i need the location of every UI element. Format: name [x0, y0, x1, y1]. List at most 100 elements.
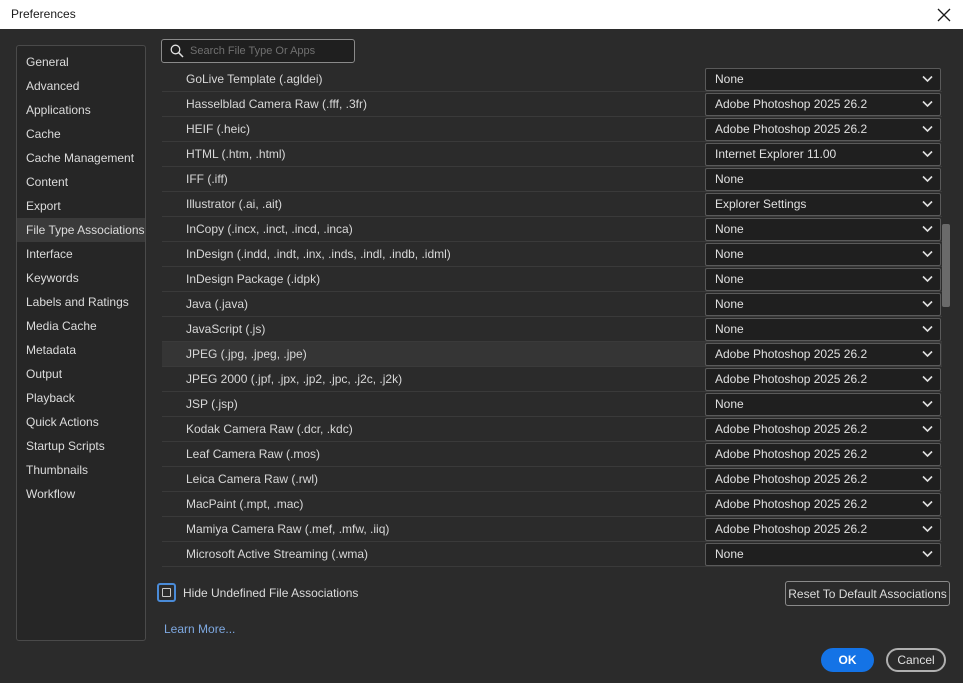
- chevron-down-icon: [922, 150, 933, 158]
- app-dropdown[interactable]: Adobe Photoshop 2025 26.2: [705, 493, 941, 516]
- app-dropdown[interactable]: Adobe Photoshop 2025 26.2: [705, 418, 941, 441]
- sidebar-item-cache-management[interactable]: Cache Management: [17, 146, 145, 170]
- table-row: Microsoft Active Streaming (.wma) None: [162, 542, 942, 567]
- app-dropdown-value: None: [715, 172, 744, 186]
- app-dropdown[interactable]: None: [705, 68, 941, 91]
- app-dropdown[interactable]: Explorer Settings: [705, 193, 941, 216]
- chevron-down-icon: [922, 475, 933, 483]
- app-dropdown-value: None: [715, 397, 744, 411]
- hide-undefined-checkbox[interactable]: [157, 583, 176, 602]
- app-dropdown-value: Adobe Photoshop 2025 26.2: [715, 347, 868, 361]
- sidebar-item-quick-actions[interactable]: Quick Actions: [17, 410, 145, 434]
- app-dropdown[interactable]: Adobe Photoshop 2025 26.2: [705, 443, 941, 466]
- learn-more-link[interactable]: Learn More...: [164, 622, 235, 636]
- close-icon[interactable]: [933, 4, 955, 26]
- chevron-down-icon: [922, 175, 933, 183]
- sidebar-item-output[interactable]: Output: [17, 362, 145, 386]
- sidebar-item-applications[interactable]: Applications: [17, 98, 145, 122]
- app-dropdown-value: Adobe Photoshop 2025 26.2: [715, 372, 868, 386]
- cancel-button[interactable]: Cancel: [886, 648, 946, 672]
- sidebar-item-interface[interactable]: Interface: [17, 242, 145, 266]
- sidebar-item-media-cache[interactable]: Media Cache: [17, 314, 145, 338]
- app-dropdown-value: Explorer Settings: [715, 197, 807, 211]
- app-dropdown[interactable]: Adobe Photoshop 2025 26.2: [705, 518, 941, 541]
- table-row: Kodak Camera Raw (.dcr, .kdc) Adobe Photo…: [162, 417, 942, 442]
- app-dropdown[interactable]: Adobe Photoshop 2025 26.2: [705, 468, 941, 491]
- table-row: MacPaint (.mpt, .mac) Adobe Photoshop 202…: [162, 492, 942, 517]
- app-dropdown-value: Adobe Photoshop 2025 26.2: [715, 447, 868, 461]
- file-type-label: HTML (.htm, .html): [186, 147, 286, 161]
- app-dropdown-value: None: [715, 322, 744, 336]
- app-dropdown[interactable]: None: [705, 543, 941, 566]
- scrollbar-thumb[interactable]: [942, 224, 950, 307]
- search-input[interactable]: [190, 42, 350, 60]
- table-row: InCopy (.incx, .inct, .incd, .inca) None: [162, 217, 942, 242]
- table-row: JSP (.jsp) None: [162, 392, 942, 417]
- app-dropdown-value: None: [715, 272, 744, 286]
- chevron-down-icon: [922, 550, 933, 558]
- sidebar-item-workflow[interactable]: Workflow: [17, 482, 145, 506]
- app-dropdown[interactable]: None: [705, 168, 941, 191]
- chevron-down-icon: [922, 200, 933, 208]
- hide-undefined-label: Hide Undefined File Associations: [183, 586, 359, 600]
- app-dropdown[interactable]: None: [705, 293, 941, 316]
- file-type-label: JPEG 2000 (.jpf, .jpx, .jp2, .jpc, .j2c,…: [186, 372, 403, 386]
- app-dropdown-value: Adobe Photoshop 2025 26.2: [715, 522, 868, 536]
- chevron-down-icon: [922, 300, 933, 308]
- sidebar-item-export[interactable]: Export: [17, 194, 145, 218]
- chevron-down-icon: [922, 450, 933, 458]
- chevron-down-icon: [922, 100, 933, 108]
- app-dropdown-value: None: [715, 297, 744, 311]
- table-row: HTML (.htm, .html) Internet Explorer 11.0…: [162, 142, 942, 167]
- scrollbar[interactable]: [942, 67, 950, 567]
- app-dropdown[interactable]: None: [705, 393, 941, 416]
- chevron-down-icon: [922, 425, 933, 433]
- window-title: Preferences: [11, 7, 76, 21]
- sidebar-item-keywords[interactable]: Keywords: [17, 266, 145, 290]
- reset-associations-button[interactable]: Reset To Default Associations: [785, 581, 950, 606]
- file-type-label: InDesign Package (.idpk): [186, 272, 321, 286]
- file-type-label: HEIF (.heic): [186, 122, 251, 136]
- app-dropdown[interactable]: Adobe Photoshop 2025 26.2: [705, 343, 941, 366]
- sidebar-item-thumbnails[interactable]: Thumbnails: [17, 458, 145, 482]
- file-type-label: MacPaint (.mpt, .mac): [186, 497, 304, 511]
- sidebar-item-content[interactable]: Content: [17, 170, 145, 194]
- file-type-label: Hasselblad Camera Raw (.fff, .3fr): [186, 97, 367, 111]
- app-dropdown-value: None: [715, 72, 744, 86]
- app-dropdown[interactable]: None: [705, 218, 941, 241]
- sidebar-item-cache[interactable]: Cache: [17, 122, 145, 146]
- sidebar-item-playback[interactable]: Playback: [17, 386, 145, 410]
- table-row: JPEG 2000 (.jpf, .jpx, .jp2, .jpc, .j2c,…: [162, 367, 942, 392]
- sidebar-item-file-type-associations[interactable]: File Type Associations: [17, 218, 145, 242]
- sidebar-item-metadata[interactable]: Metadata: [17, 338, 145, 362]
- sidebar-item-labels-and-ratings[interactable]: Labels and Ratings: [17, 290, 145, 314]
- chevron-down-icon: [922, 125, 933, 133]
- chevron-down-icon: [922, 375, 933, 383]
- chevron-down-icon: [922, 400, 933, 408]
- chevron-down-icon: [922, 350, 933, 358]
- table-row: Java (.java) None: [162, 292, 942, 317]
- sidebar: General Advanced Applications Cache Cache Ma…: [16, 45, 146, 641]
- table-row: Hasselblad Camera Raw (.fff, .3fr) Adobe …: [162, 92, 942, 117]
- table-row: JavaScript (.js) None: [162, 317, 942, 342]
- app-dropdown[interactable]: Internet Explorer 11.00: [705, 143, 941, 166]
- app-dropdown[interactable]: Adobe Photoshop 2025 26.2: [705, 93, 941, 116]
- sidebar-item-general[interactable]: General: [17, 50, 145, 74]
- app-dropdown[interactable]: None: [705, 268, 941, 291]
- app-dropdown[interactable]: Adobe Photoshop 2025 26.2: [705, 118, 941, 141]
- file-type-label: Illustrator (.ai, .ait): [186, 197, 283, 211]
- app-dropdown[interactable]: Adobe Photoshop 2025 26.2: [705, 368, 941, 391]
- app-dropdown-value: Adobe Photoshop 2025 26.2: [715, 97, 868, 111]
- ok-button[interactable]: OK: [821, 648, 874, 672]
- search-box[interactable]: [161, 39, 355, 63]
- table-row: GoLive Template (.agldei) None: [162, 67, 942, 92]
- app-dropdown[interactable]: None: [705, 243, 941, 266]
- app-dropdown-value: None: [715, 222, 744, 236]
- app-dropdown[interactable]: None: [705, 318, 941, 341]
- chevron-down-icon: [922, 525, 933, 533]
- sidebar-item-startup-scripts[interactable]: Startup Scripts: [17, 434, 145, 458]
- file-type-label: GoLive Template (.agldei): [186, 72, 323, 86]
- file-type-label: Kodak Camera Raw (.dcr, .kdc): [186, 422, 353, 436]
- sidebar-item-advanced[interactable]: Advanced: [17, 74, 145, 98]
- search-icon: [170, 44, 184, 58]
